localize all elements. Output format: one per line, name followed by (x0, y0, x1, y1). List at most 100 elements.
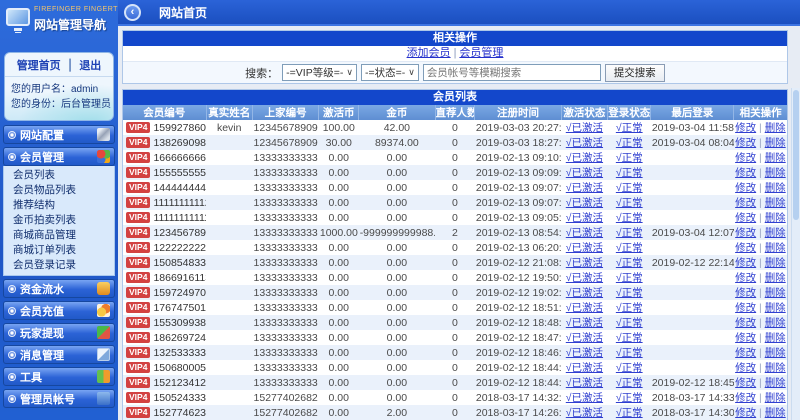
submenu-member-login-records[interactable]: 会员登录记录 (4, 258, 114, 273)
delete-link[interactable]: 删除 (765, 407, 786, 419)
activation-status-link[interactable]: √已激活 (566, 212, 603, 224)
delete-link[interactable]: 删除 (765, 362, 786, 374)
activation-status-link[interactable]: √已激活 (566, 227, 603, 239)
login-status-link[interactable]: √正常 (616, 257, 643, 269)
delete-link[interactable]: 删除 (765, 137, 786, 149)
sidebar-item-player-withdraw[interactable]: 玩家提现 (3, 323, 115, 342)
delete-link[interactable]: 删除 (765, 332, 786, 344)
search-input[interactable] (423, 64, 601, 81)
edit-link[interactable]: 修改 (735, 392, 756, 404)
sidebar-item-member-management[interactable]: 会员管理 (3, 147, 115, 166)
submenu-mall-product-management[interactable]: 商城商品管理 (4, 228, 114, 243)
sidebar-item-message-management[interactable]: 消息管理 (3, 345, 115, 364)
login-status-link[interactable]: √正常 (616, 227, 643, 239)
login-status-link[interactable]: √正常 (616, 137, 643, 149)
delete-link[interactable]: 删除 (765, 302, 786, 314)
activation-status-link[interactable]: √已激活 (566, 242, 603, 254)
activation-status-link[interactable]: √已激活 (566, 197, 603, 209)
activation-status-link[interactable]: √已激活 (566, 392, 603, 404)
login-status-link[interactable]: √正常 (616, 167, 643, 179)
vip-level-select[interactable]: -=VIP等级=-∨ (282, 64, 357, 81)
submenu-gold-auction-list[interactable]: 金币拍卖列表 (4, 213, 114, 228)
submenu-referral-structure[interactable]: 推荐结构 (4, 198, 114, 213)
delete-link[interactable]: 删除 (765, 257, 786, 269)
activation-status-link[interactable]: √已激活 (566, 347, 603, 359)
edit-link[interactable]: 修改 (735, 122, 756, 134)
submenu-member-items-list[interactable]: 会员物品列表 (4, 183, 114, 198)
activation-status-link[interactable]: √已激活 (566, 167, 603, 179)
delete-link[interactable]: 删除 (765, 242, 786, 254)
edit-link[interactable]: 修改 (735, 137, 756, 149)
login-status-link[interactable]: √正常 (616, 212, 643, 224)
activation-status-link[interactable]: √已激活 (566, 377, 603, 389)
activation-status-link[interactable]: √已激活 (566, 332, 603, 344)
login-status-link[interactable]: √正常 (616, 287, 643, 299)
login-status-link[interactable]: √正常 (616, 182, 643, 194)
sidebar-item-site-config[interactable]: 网站配置 (3, 125, 115, 144)
logout-link[interactable]: 退出 (79, 57, 101, 73)
edit-link[interactable]: 修改 (735, 407, 756, 419)
submenu-member-list[interactable]: 会员列表 (4, 168, 114, 183)
login-status-link[interactable]: √正常 (616, 392, 643, 404)
edit-link[interactable]: 修改 (735, 347, 756, 359)
delete-link[interactable]: 删除 (765, 212, 786, 224)
sidebar-item-member-recharge[interactable]: 会员充值 (3, 301, 115, 320)
delete-link[interactable]: 删除 (765, 152, 786, 164)
activation-status-link[interactable]: √已激活 (566, 302, 603, 314)
edit-link[interactable]: 修改 (735, 302, 756, 314)
login-status-link[interactable]: √正常 (616, 122, 643, 134)
login-status-link[interactable]: √正常 (616, 347, 643, 359)
activation-status-link[interactable]: √已激活 (566, 317, 603, 329)
activation-status-link[interactable]: √已激活 (566, 137, 603, 149)
edit-link[interactable]: 修改 (735, 212, 756, 224)
edit-link[interactable]: 修改 (735, 287, 756, 299)
collapse-sidebar-button[interactable]: ‹ (124, 4, 141, 21)
delete-link[interactable]: 删除 (765, 227, 786, 239)
login-status-link[interactable]: √正常 (616, 407, 643, 419)
activation-status-link[interactable]: √已激活 (566, 182, 603, 194)
sidebar-item-admin-account[interactable]: 管理员帐号 (3, 389, 115, 408)
delete-link[interactable]: 删除 (765, 182, 786, 194)
edit-link[interactable]: 修改 (735, 257, 756, 269)
login-status-link[interactable]: √正常 (616, 197, 643, 209)
activation-status-link[interactable]: √已激活 (566, 152, 603, 164)
activation-status-link[interactable]: √已激活 (566, 407, 603, 419)
member-management-link[interactable]: 会员管理 (459, 47, 503, 59)
tab-site-home[interactable]: 网站首页 (159, 4, 207, 21)
status-select[interactable]: -=状态=-∨ (361, 64, 419, 81)
edit-link[interactable]: 修改 (735, 197, 756, 209)
edit-link[interactable]: 修改 (735, 182, 756, 194)
activation-status-link[interactable]: √已激活 (566, 287, 603, 299)
submit-search-button[interactable]: 提交搜索 (605, 64, 665, 82)
add-member-link[interactable]: 添加会员 (407, 47, 451, 59)
edit-link[interactable]: 修改 (735, 272, 756, 284)
edit-link[interactable]: 修改 (735, 242, 756, 254)
scrollbar-thumb[interactable] (793, 90, 799, 220)
login-status-link[interactable]: √正常 (616, 242, 643, 254)
login-status-link[interactable]: √正常 (616, 332, 643, 344)
activation-status-link[interactable]: √已激活 (566, 362, 603, 374)
login-status-link[interactable]: √正常 (616, 272, 643, 284)
main-scrollbar[interactable] (791, 88, 800, 420)
activation-status-link[interactable]: √已激活 (566, 272, 603, 284)
login-status-link[interactable]: √正常 (616, 317, 643, 329)
sidebar-item-funds-flow[interactable]: 资金流水 (3, 279, 115, 298)
edit-link[interactable]: 修改 (735, 377, 756, 389)
delete-link[interactable]: 删除 (765, 287, 786, 299)
submenu-mall-order-list[interactable]: 商城订单列表 (4, 243, 114, 258)
delete-link[interactable]: 删除 (765, 377, 786, 389)
edit-link[interactable]: 修改 (735, 167, 756, 179)
login-status-link[interactable]: √正常 (616, 362, 643, 374)
delete-link[interactable]: 删除 (765, 122, 786, 134)
login-status-link[interactable]: √正常 (616, 302, 643, 314)
delete-link[interactable]: 删除 (765, 347, 786, 359)
sidebar-item-tools[interactable]: 工具 (3, 367, 115, 386)
delete-link[interactable]: 删除 (765, 272, 786, 284)
edit-link[interactable]: 修改 (735, 227, 756, 239)
edit-link[interactable]: 修改 (735, 332, 756, 344)
delete-link[interactable]: 删除 (765, 392, 786, 404)
activation-status-link[interactable]: √已激活 (566, 122, 603, 134)
edit-link[interactable]: 修改 (735, 362, 756, 374)
delete-link[interactable]: 删除 (765, 317, 786, 329)
login-status-link[interactable]: √正常 (616, 152, 643, 164)
